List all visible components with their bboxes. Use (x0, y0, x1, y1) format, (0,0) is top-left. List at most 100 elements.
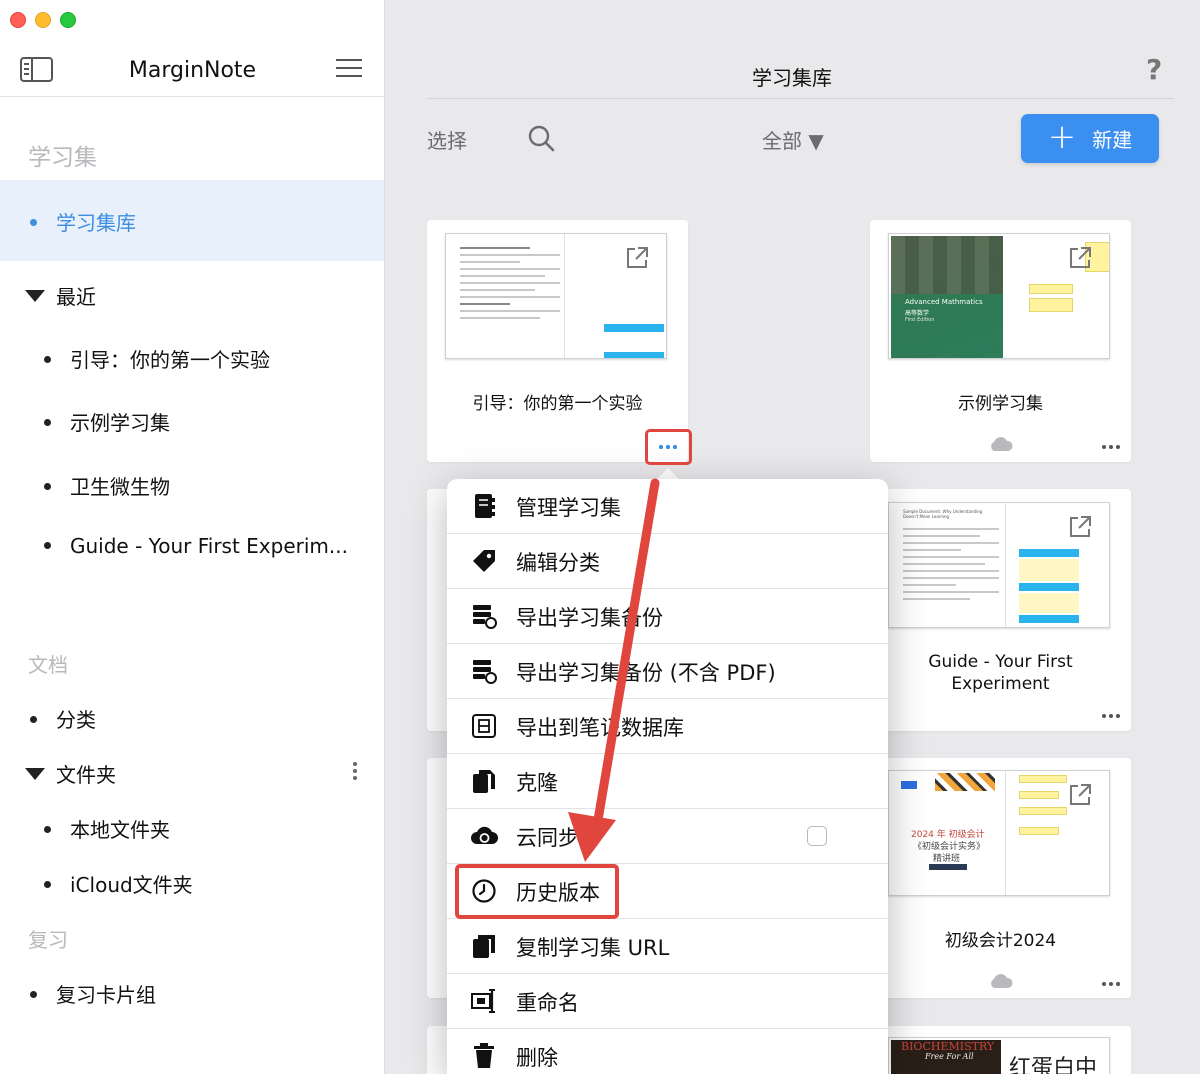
cloud-sync-checkbox[interactable] (807, 826, 827, 846)
card-title-line1: Guide - Your First (928, 652, 1073, 672)
sidebar-divider (0, 96, 384, 97)
menu-item-label: 编辑分类 (516, 551, 600, 575)
menu-item-label: 导出学习集备份 (不含 PDF) (516, 661, 776, 685)
menu-item-rename[interactable]: 重命名 (447, 974, 888, 1029)
minimize-window-button[interactable] (35, 12, 51, 28)
sidebar-item-label: 学习集库 (56, 211, 136, 235)
sidebar-item-label: 分类 (56, 708, 96, 732)
sidebar-recent-item[interactable]: 引导：你的第一个实验 (44, 344, 270, 373)
rename-icon (471, 989, 495, 1013)
hamburger-menu-icon[interactable] (336, 59, 362, 79)
sidebar-item-label: 示例学习集 (70, 411, 170, 435)
sidebar: MarginNote 学习集 学习集库 最近 引导：你的第一个实验 示例学习集 … (0, 0, 385, 1074)
disclosure-triangle-icon[interactable] (25, 768, 45, 780)
menu-item-export-database[interactable]: 导出到笔记数据库 (447, 699, 888, 754)
sidebar-item-category[interactable]: 分类 (30, 704, 96, 733)
close-window-button[interactable] (10, 12, 26, 28)
sidebar-folder-item[interactable]: iCloud文件夹 (44, 869, 193, 898)
card-more-icon-active[interactable] (659, 445, 677, 449)
clone-icon (473, 770, 495, 793)
sidebar-item-label: 本地文件夹 (70, 818, 170, 842)
notebook-card[interactable]: Sample Document: Why Understanding Doesn… (870, 489, 1131, 731)
trash-icon (474, 1043, 494, 1068)
database-export-icon (472, 714, 496, 738)
tag-icon (473, 550, 495, 572)
cloud-sync-icon (471, 826, 498, 844)
section-review: 复习 (28, 928, 68, 952)
filter-dropdown[interactable]: 全部 ▼ (762, 125, 824, 154)
cover-subtitle: 高等数学 (905, 310, 930, 317)
cloud-icon (991, 974, 1013, 988)
zoom-window-button[interactable] (60, 12, 76, 28)
menu-item-export-backup[interactable]: 导出学习集备份 (447, 589, 888, 644)
section-docs: 文档 (28, 653, 68, 677)
sidebar-item-flashcards[interactable]: 复习卡片组 (30, 979, 156, 1008)
card-title-line2: Experiment (951, 674, 1050, 694)
card-more-icon[interactable] (1102, 982, 1120, 986)
help-button[interactable]: ? (1146, 53, 1162, 86)
app-title: MarginNote (128, 58, 257, 83)
menu-item-delete[interactable]: 删除 (447, 1029, 888, 1074)
menu-item-label: 导出学习集备份 (516, 606, 663, 630)
sidebar-recent-item[interactable]: 示例学习集 (44, 407, 170, 436)
book-cover: Advanced Mathmatics 高等数学 First Edition (891, 236, 1003, 358)
sidebar-recent-header[interactable]: 最近 (25, 281, 96, 310)
menu-item-label: 重命名 (516, 991, 579, 1015)
export-backup-icon (473, 605, 497, 629)
disclosure-triangle-icon[interactable] (25, 290, 45, 302)
sidebar-item-label: 复习卡片组 (56, 983, 156, 1007)
menu-item-label: 云同步 (516, 826, 579, 850)
select-button[interactable]: 选择 (427, 125, 467, 154)
context-menu: 管理学习集 编辑分类 导出学习集备份 导出学习集备份 (不含 PDF) 导出到笔… (447, 479, 888, 1074)
notebook-card[interactable]: BIOCHEMISTRY Free For All 红蛋白中 (870, 1026, 1131, 1074)
sidebar-item-library[interactable]: 学习集库 (30, 207, 136, 236)
menu-item-manage[interactable]: 管理学习集 (447, 479, 888, 534)
sidebar-item-label: 卫生微生物 (70, 475, 170, 499)
card-title: 示例学习集 (958, 394, 1043, 414)
card-more-icon[interactable] (1102, 445, 1120, 449)
card-title: 引导：你的第一个实验 (472, 394, 643, 414)
menu-item-edit-category[interactable]: 编辑分类 (447, 534, 888, 589)
notebook-card[interactable]: 2024 年 初级会计 《初级会计实务》 精讲班 初级会计2024 (870, 758, 1131, 998)
thumb-doc-title: Sample Document: Why Understanding Doesn… (903, 509, 983, 519)
history-highlight (455, 864, 619, 919)
window-controls (10, 12, 76, 28)
menu-item-export-backup-no-pdf[interactable]: 导出学习集备份 (不含 PDF) (447, 644, 888, 699)
sidebar-recent-item[interactable]: 卫生微生物 (44, 471, 170, 500)
book-cover: BIOCHEMISTRY Free For All (891, 1040, 1001, 1074)
new-button-label: 新建 (1092, 128, 1133, 152)
open-external-icon[interactable] (1067, 782, 1093, 808)
open-external-icon[interactable] (624, 245, 650, 271)
notebook-card[interactable]: Advanced Mathmatics 高等数学 First Edition 示… (870, 220, 1131, 462)
cloud-icon (991, 437, 1013, 451)
sidebar-item-label: 引导：你的第一个实验 (70, 348, 270, 372)
new-button[interactable]: + 新建 (1021, 114, 1159, 163)
menu-item-label: 删除 (516, 1046, 558, 1070)
open-external-icon[interactable] (1067, 514, 1093, 540)
menu-item-label: 管理学习集 (516, 496, 621, 520)
menu-item-label: 复制学习集 URL (516, 936, 670, 960)
cover-edition: First Edition (905, 317, 935, 323)
card-more-icon[interactable] (1102, 714, 1120, 718)
menu-item-label: 导出到笔记数据库 (516, 716, 684, 740)
menu-item-clone[interactable]: 克隆 (447, 754, 888, 809)
sidebar-folder-item[interactable]: 本地文件夹 (44, 814, 170, 843)
menu-item-copy-url[interactable]: 复制学习集 URL (447, 919, 888, 974)
copy-url-icon (473, 935, 495, 958)
export-backup-no-pdf-icon (473, 660, 497, 684)
menu-item-label: 克隆 (516, 771, 558, 795)
folder-more-icon[interactable] (353, 762, 357, 780)
open-external-icon[interactable] (1067, 245, 1093, 271)
cover-title: Advanced Mathmatics (905, 298, 983, 306)
notebook-card[interactable]: 引导：你的第一个实验 (427, 220, 688, 462)
notebook-icon (475, 494, 495, 518)
search-icon[interactable] (528, 125, 556, 153)
card-thumbnail: BIOCHEMISTRY Free For All 红蛋白中 (888, 1037, 1110, 1074)
header-divider (427, 98, 1174, 99)
sidebar-recent-item[interactable]: Guide - Your First Experim... (44, 534, 348, 558)
cover-class: 精讲班 (933, 854, 961, 864)
sidebar-item-label: 文件夹 (56, 763, 116, 787)
menu-item-cloud-sync[interactable]: 云同步 (447, 809, 888, 864)
sidebar-item-label: 最近 (56, 285, 96, 309)
sidebar-folder-header[interactable]: 文件夹 (25, 759, 116, 788)
